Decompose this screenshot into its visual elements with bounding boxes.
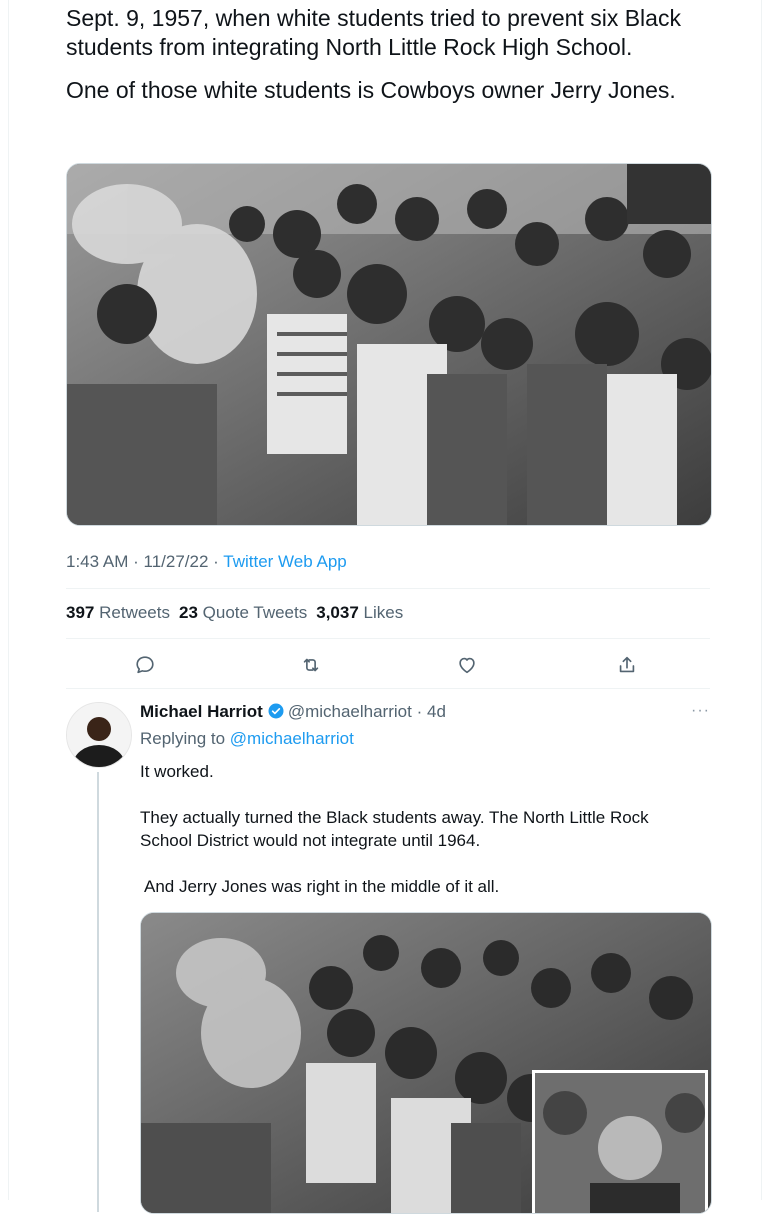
replying-to-link[interactable]: @michaelharriot	[230, 729, 354, 748]
retweet-button[interactable]	[296, 650, 326, 680]
retweets-stat[interactable]: 397 Retweets	[66, 603, 170, 623]
reply-button[interactable]	[130, 650, 160, 680]
retweets-count: 397	[66, 603, 95, 622]
likes-label: Likes	[363, 603, 404, 622]
replying-prefix: Replying to	[140, 729, 226, 748]
tweet-text: Sept. 9, 1957, when white students tried…	[66, 4, 726, 119]
avatar[interactable]	[66, 702, 132, 768]
divider	[66, 638, 710, 639]
tweet-source-link[interactable]: Twitter Web App	[223, 552, 346, 571]
like-icon	[459, 657, 475, 674]
tweet-paragraph: One of those white students is Cowboys o…	[66, 77, 676, 103]
tweet-stats: 397 Retweets 23 Quote Tweets 3,037 Likes	[66, 603, 403, 623]
inset-closeup-image	[532, 1070, 708, 1213]
divider	[66, 688, 710, 689]
retweets-label: Retweets	[99, 603, 170, 622]
reply-paragraph: And Jerry Jones was right in the middle …	[144, 877, 500, 896]
share-icon	[619, 656, 635, 673]
reply-paragraph: They actually turned the Black students …	[140, 808, 649, 850]
tweet-metadata: 1:43 AM · 11/27/22 · Twitter Web App	[66, 552, 347, 572]
reply-header: Michael Harriot @michaelharriot · 4d	[140, 702, 446, 722]
quote-tweets-label: Quote Tweets	[202, 603, 308, 622]
likes-count: 3,037	[316, 603, 359, 622]
reply-paragraph: It worked.	[140, 762, 214, 781]
tweet-actions	[66, 650, 710, 680]
like-button[interactable]	[452, 650, 482, 680]
meta-separator: ·	[133, 552, 139, 571]
reply-photo[interactable]	[140, 912, 712, 1214]
right-column-border	[761, 0, 762, 1200]
reply-age[interactable]: 4d	[427, 702, 446, 721]
author-handle[interactable]: @michaelharriot	[288, 702, 412, 721]
share-button[interactable]	[612, 650, 642, 680]
reply-icon	[136, 656, 154, 674]
tweet-paragraph: Sept. 9, 1957, when white students tried…	[66, 5, 681, 60]
divider	[66, 588, 710, 589]
quote-tweets-stat[interactable]: 23 Quote Tweets	[179, 603, 307, 623]
tweet-photo[interactable]	[66, 163, 712, 526]
likes-stat[interactable]: 3,037 Likes	[316, 603, 403, 623]
left-column-border	[8, 0, 9, 1200]
thread-connector-line	[97, 772, 99, 1212]
reply-text: It worked. They actually turned the Blac…	[140, 760, 700, 921]
avatar-image	[67, 703, 131, 767]
photo-image	[67, 164, 711, 525]
verified-badge-icon	[268, 703, 284, 719]
quote-tweets-count: 23	[178, 603, 198, 622]
tweet-date[interactable]: 11/27/22	[144, 552, 209, 571]
replying-to: Replying to @michaelharriot	[140, 729, 354, 749]
author-name[interactable]: Michael Harriot	[140, 702, 263, 721]
inset-image	[535, 1073, 705, 1213]
retweet-icon	[303, 658, 319, 672]
meta-separator: ·	[213, 552, 219, 571]
more-options-icon[interactable]: ···	[691, 702, 710, 720]
tweet-time[interactable]: 1:43 AM	[66, 552, 128, 571]
